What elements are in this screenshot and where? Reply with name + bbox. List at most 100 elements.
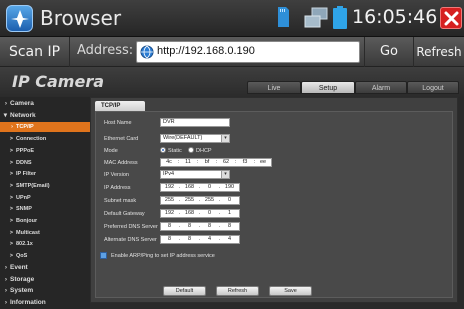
ip-version-select[interactable]: IPv4 ▾	[160, 170, 230, 179]
sidebar-item-label: Multicast	[16, 229, 40, 236]
sidebar-item-label: Bonjour	[16, 218, 38, 224]
sidebar-item-storage[interactable]: › Storage	[0, 275, 90, 285]
arp-checkbox[interactable]	[100, 252, 107, 259]
mode-static-label: Static	[168, 148, 182, 154]
tab-logout[interactable]: Logout	[407, 81, 459, 94]
chevron-down-icon: ▾	[221, 135, 229, 142]
sidebar-item-prefix: ›	[4, 298, 7, 306]
close-button[interactable]	[440, 7, 462, 29]
sidebar-item-label: PPPoE	[16, 147, 35, 154]
sidebar-item-multicast[interactable]: > Multicast	[0, 228, 90, 238]
sidebar-item-smtp-email[interactable]: > SMTP(Email)	[0, 181, 90, 191]
sidebar-item-label: 802.1x	[16, 241, 33, 248]
sidebar-item-label: DDNS	[16, 159, 32, 166]
sidebar-item-snmp[interactable]: > SNMP	[0, 204, 90, 214]
sidebar-item-ddns[interactable]: > DDNS	[0, 158, 90, 168]
tab-live[interactable]: Live	[247, 81, 301, 94]
sidebar-item-event[interactable]: › Event	[0, 263, 90, 273]
ip-version-value: IPv4	[163, 171, 175, 177]
sidebar-item-network[interactable]: ▾ Network	[0, 111, 90, 121]
sidebar-item-qos[interactable]: > QoS	[0, 251, 90, 261]
sidebar-item-upnp[interactable]: > UPnP	[0, 193, 90, 203]
app-title: Browser	[40, 6, 122, 30]
dns2-octet: 4	[207, 236, 212, 242]
sidebar-item-connection[interactable]: > Connection	[0, 134, 90, 144]
dns2-field[interactable]: 8.8.4.4	[160, 235, 240, 244]
sidebar-item-prefix: >	[9, 194, 13, 201]
sidebar-item-prefix: >	[9, 159, 13, 166]
sidebar-item-prefix: ▾	[3, 111, 7, 119]
title-bar: Browser 16:05:46	[0, 0, 464, 37]
scan-ip-button[interactable]: Scan IP	[0, 37, 70, 67]
host-name-input[interactable]: DVR	[160, 118, 230, 127]
subnet-octet: 255	[184, 197, 195, 203]
close-icon	[444, 11, 459, 26]
ip-address-field[interactable]: 192. 168. 0. 190	[160, 183, 240, 192]
sidebar-item-information[interactable]: › Information	[0, 298, 90, 308]
sidebar-item-802-1x[interactable]: >802.1x	[0, 239, 90, 249]
content-tab-tcpip[interactable]: TCP/IP	[95, 101, 145, 111]
dns1-label: Preferred DNS Server	[104, 224, 158, 230]
url-input[interactable]: http://192.168.0.190	[136, 41, 360, 63]
mode-dhcp-radio[interactable]	[188, 147, 194, 153]
sidebar-item-prefix: >	[9, 136, 13, 143]
web-page: IP Camera Live Setup Alarm Logout › Camer…	[0, 67, 464, 309]
mode-static-radio[interactable]	[160, 147, 166, 153]
chevron-down-icon: ▾	[221, 171, 229, 178]
ethernet-card-label: Ethernet Card	[104, 136, 139, 142]
ip-version-label: IP Version	[104, 172, 129, 178]
ip-octet: 168	[184, 184, 195, 190]
ip-octet: 0	[207, 184, 212, 190]
sidebar-item-label: TCP/IP	[16, 124, 34, 131]
network-icon	[302, 7, 330, 29]
subnet-label: Subnet mask	[104, 198, 137, 204]
tab-alarm[interactable]: Alarm	[355, 81, 407, 94]
sidebar-item-camera[interactable]: › Camera	[0, 99, 90, 109]
refresh-button[interactable]: Refresh	[414, 37, 464, 67]
default-button[interactable]: Default	[163, 286, 206, 296]
gateway-label: Default Gateway	[104, 211, 145, 217]
dns2-label: Alternate DNS Server	[104, 237, 157, 243]
sidebar-item-label: Connection	[16, 136, 47, 143]
mac-address-field[interactable]: 4c:11: bf:62: f3: ee	[160, 158, 272, 167]
gateway-field[interactable]: 192. 168. 0. 1	[160, 209, 240, 218]
dns2-octet: 8	[187, 236, 192, 242]
arp-label: Enable ARP/Ping to set IP address servic…	[111, 253, 215, 259]
sidebar-item-bonjour[interactable]: > Bonjour	[0, 216, 90, 226]
sidebar-item-prefix: >	[9, 241, 13, 248]
url-text: http://192.168.0.190	[157, 45, 255, 57]
sidebar-item-label: Information	[10, 298, 46, 306]
subnet-field[interactable]: 255. 255. 255. 0	[160, 196, 240, 205]
sidebar-item-tcp-ip[interactable]: › TCP/IP	[0, 122, 90, 133]
sidebar-item-prefix: >	[9, 218, 13, 224]
go-button[interactable]: Go	[364, 37, 414, 67]
sidebar-item-ip-filter[interactable]: > IP Filter	[0, 169, 90, 179]
sidebar-item-label: Network	[10, 111, 36, 119]
refresh-form-button[interactable]: Refresh	[216, 286, 259, 296]
sidebar-item-prefix: >	[9, 182, 13, 189]
save-button[interactable]: Save	[269, 286, 312, 296]
sidebar-item-prefix: ›	[4, 275, 7, 283]
sidebar-item-label: SNMP	[16, 206, 32, 213]
battery-icon	[332, 6, 348, 30]
mac-part: f3	[242, 159, 248, 165]
ethernet-card-select[interactable]: Wire(DEFAULT) ▾	[160, 134, 230, 143]
sidebar-item-prefix: >	[9, 171, 13, 178]
sidebar-item-system[interactable]: › System	[0, 286, 90, 296]
dns1-octet: 8	[187, 223, 192, 229]
browser-logo-icon	[6, 5, 33, 32]
ip-octet: 192	[164, 184, 175, 190]
tcpip-form: Host Name DVR Ethernet Card Wire(DEFAULT…	[95, 111, 453, 298]
ip-address-label: IP Address	[104, 185, 131, 191]
tab-setup[interactable]: Setup	[301, 81, 355, 94]
sidebar-item-prefix: ›	[4, 100, 7, 107]
sidebar-item-prefix: >	[9, 206, 13, 213]
subnet-octet: 255	[164, 197, 175, 203]
dns1-field[interactable]: 8.8.8.8	[160, 222, 240, 231]
mac-part: ee	[259, 159, 267, 165]
sidebar-item-pppoe[interactable]: > PPPoE	[0, 146, 90, 156]
sd-card-icon	[277, 6, 290, 28]
mode-dhcp-label: DHCP	[196, 148, 212, 154]
camera-header: IP Camera Live Setup Alarm Logout	[0, 67, 464, 97]
sidebar-item-label: System	[10, 287, 34, 295]
